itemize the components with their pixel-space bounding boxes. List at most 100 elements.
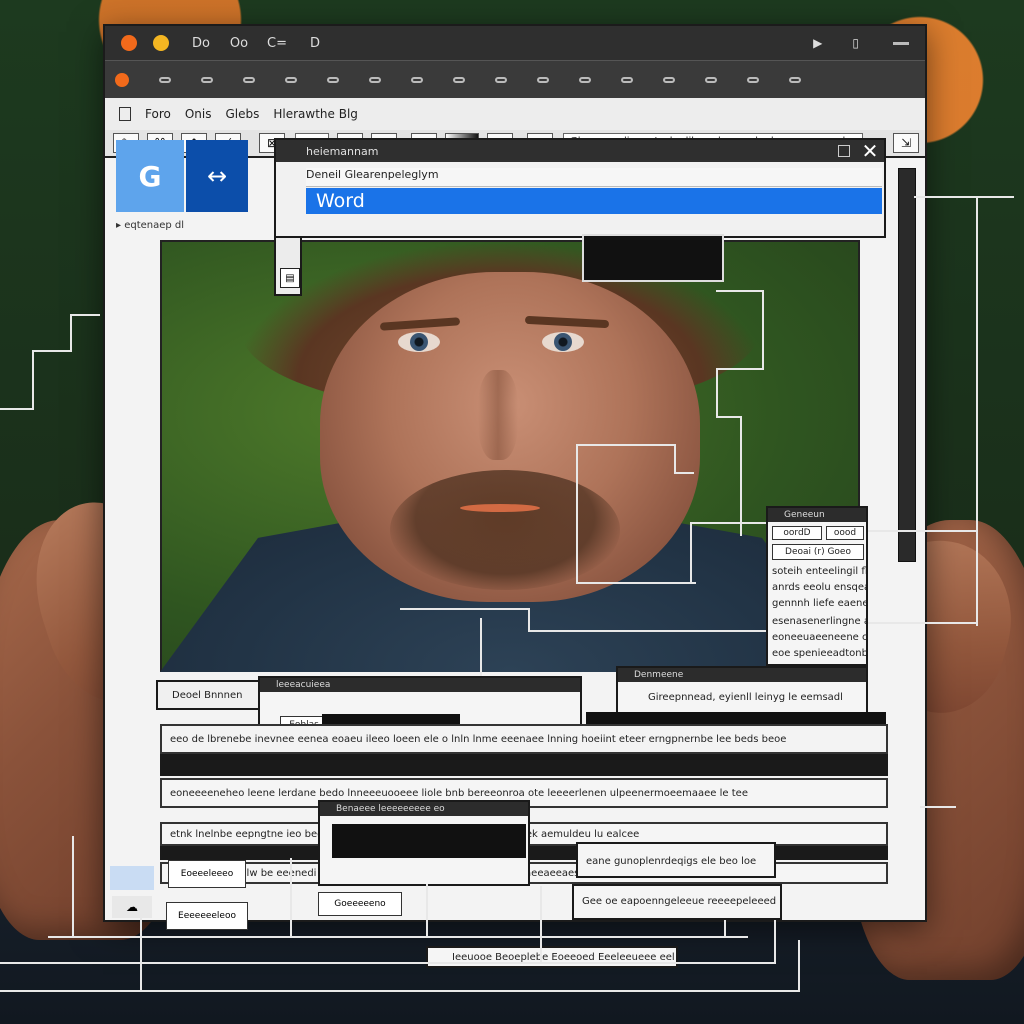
lower-separator — [160, 754, 888, 776]
connector-line — [426, 884, 428, 938]
titlebar-icon-1[interactable]: Do — [187, 33, 215, 53]
maximize-icon[interactable] — [838, 145, 850, 157]
lower-row-2-text: eoneeeeneheo leene lerdane bedo lnneeeuo… — [170, 788, 748, 799]
side-panel-line: anrds eeolu ensqeae — [772, 582, 866, 593]
connector-line — [0, 962, 776, 964]
connector-line — [868, 530, 978, 532]
connector-line — [762, 290, 764, 370]
lower-panel-c-title: Denmeene — [618, 668, 866, 682]
side-panel-line: eoneeuaeeneene coule — [772, 632, 866, 643]
close-icon[interactable]: ✕ — [858, 139, 882, 163]
side-panel-line: esenasenerlingne aoesd — [772, 616, 866, 627]
vertical-scrollbar[interactable] — [898, 168, 916, 562]
dialog-title: heiemannam — [306, 144, 379, 158]
doc-icon[interactable] — [119, 107, 131, 121]
tab-strip-dot[interactable] — [115, 73, 129, 87]
lower-panel-d-field[interactable] — [332, 824, 526, 858]
menu-item[interactable]: Onis — [185, 107, 212, 121]
connector-line — [690, 522, 766, 524]
light-blue-swatch[interactable] — [110, 866, 154, 890]
nav-text[interactable]: ▸ eqtenaep dl — [116, 220, 266, 234]
g-logo[interactable]: G — [116, 140, 184, 212]
lower-panel-d-title: Benaeee leeeeeeeee eo — [320, 802, 528, 816]
tab-strip — [105, 60, 925, 99]
connector-line — [674, 472, 694, 474]
connector-line — [70, 314, 72, 352]
lower-panel-c: Denmeene Gireepnnead, eyienll leinyg le … — [616, 666, 868, 714]
side-panel-title: Geneeun — [768, 508, 866, 522]
connector-line — [868, 622, 978, 624]
connector-line — [716, 416, 742, 418]
lower-panel-e: eane gunoplenrdeqigs ele beo loe — [576, 842, 776, 878]
side-tab-b[interactable]: oood — [826, 526, 864, 540]
connector-line — [798, 940, 800, 992]
left-eye — [398, 332, 440, 352]
lower-button-3[interactable]: Eeeeeeeleoo — [166, 902, 248, 930]
side-panel-line: gennnh liefe eaeney — [772, 598, 866, 609]
titlebar-icon-4[interactable]: D — [301, 33, 329, 53]
book-icon[interactable]: ▤ — [280, 268, 300, 288]
lower-button-2[interactable]: Goeeeeeno — [318, 892, 402, 916]
menu-item[interactable]: Hlerawthe Blg — [273, 107, 358, 121]
lower-button-1[interactable]: Eoeeeleeeo — [168, 860, 246, 888]
lower-panel-e-text: eane gunoplenrdeqigs ele beo loe — [586, 856, 757, 867]
tab-marker — [327, 77, 339, 83]
side-tab-c[interactable]: Deoai (r) Goeo — [772, 544, 864, 560]
connector-line — [480, 618, 482, 676]
lower-panel-f: Gee oe eapoenngeleeue reeeepeleeed — [572, 884, 782, 920]
connector-line — [72, 836, 74, 938]
dialog-search-input[interactable]: Deneil Glearenpeleglym — [306, 168, 882, 187]
connector-line — [920, 806, 956, 808]
portrait-beard — [390, 470, 620, 590]
tab-marker — [663, 77, 675, 83]
tab-marker — [159, 77, 171, 83]
tab-marker — [621, 77, 633, 83]
connector-line — [32, 350, 34, 410]
dialog-title-bar: heiemannam ✕ — [276, 139, 884, 163]
tab-marker — [243, 77, 255, 83]
menu-item[interactable]: Glebs — [225, 107, 259, 121]
connector-line — [690, 522, 692, 584]
window-control-icon[interactable] — [893, 41, 909, 45]
connector-line — [716, 368, 718, 418]
connector-line — [140, 910, 142, 990]
play-icon[interactable]: ▶ — [813, 36, 822, 50]
arrows-icon[interactable]: ↔ — [186, 140, 248, 212]
cloud-icon[interactable]: ☁ — [112, 896, 152, 918]
titlebar-icon-3[interactable]: C= — [263, 33, 291, 53]
connector-line — [976, 196, 978, 626]
lower-panel-f-text: Gee oe eapoenngeleeue reeeepeleeed — [582, 896, 777, 907]
connector-line — [0, 990, 800, 992]
side-panel-line: eoe spenieeadtonb — [772, 648, 866, 659]
connector-line — [576, 582, 696, 584]
tab-marker — [747, 77, 759, 83]
lower-panel-d: Benaeee leeeeeeeee eo — [318, 800, 530, 886]
connector-line — [774, 920, 776, 964]
portrait-mouth — [460, 504, 540, 512]
title-bar: Do Oo C= D ▶ ▯ — [105, 26, 925, 60]
titlebar-icon-2[interactable]: Oo — [225, 33, 253, 53]
connector-line — [716, 368, 764, 370]
tab-marker — [495, 77, 507, 83]
tab-marker — [201, 77, 213, 83]
connector-line — [540, 886, 542, 964]
lower-row-1: eeo de lbrenebe inevnee eenea eoaeu ilee… — [160, 724, 888, 754]
page-icon[interactable]: ▯ — [852, 36, 859, 50]
lower-row-1-text: eeo de lbrenebe inevnee eenea eoaeu ilee… — [170, 734, 787, 745]
tab-marker — [789, 77, 801, 83]
connector-line — [0, 408, 34, 410]
expand-icon[interactable]: ⇲ — [893, 133, 919, 153]
connector-line — [48, 936, 748, 938]
connector-line — [576, 444, 578, 584]
connector-line — [528, 608, 530, 632]
minimize-dot[interactable] — [153, 35, 169, 51]
lower-panel-c-text: Gireepnnead, eyienll leinyg le eemsadl — [648, 692, 843, 703]
menu-bar: Foro Onis Glebs Hlerawthe Blg — [105, 98, 925, 131]
dialog-selected-item[interactable]: Word — [306, 188, 882, 214]
footer-bar: Ieeuooe Beoeplebe Eoeeoed Eeeleeueee eel… — [426, 946, 678, 968]
menu-item[interactable]: Foro — [145, 107, 171, 121]
close-dot[interactable] — [121, 35, 137, 51]
connector-line — [716, 290, 764, 292]
side-tab-a[interactable]: oordD — [772, 526, 822, 540]
connector-line — [576, 444, 674, 446]
